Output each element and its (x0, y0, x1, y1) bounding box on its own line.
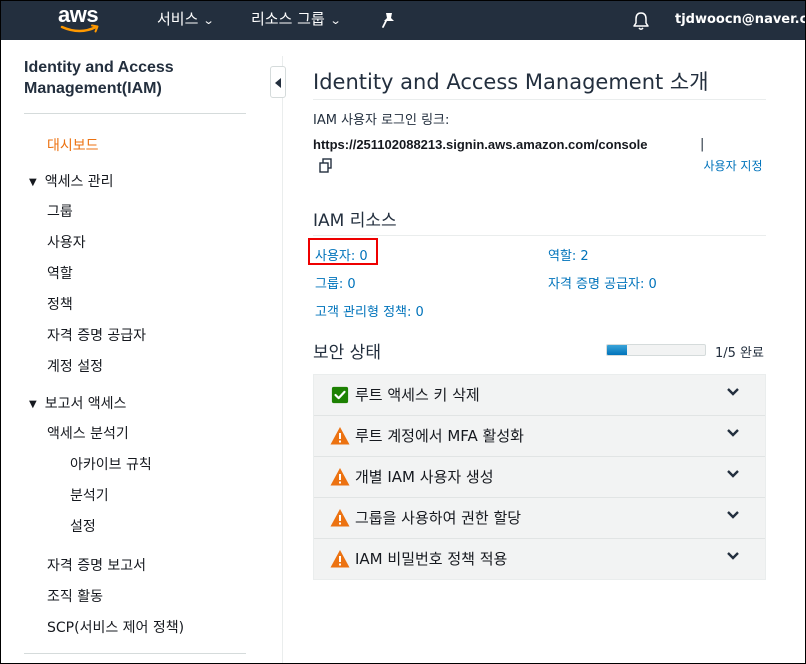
sidebar-item-account-settings[interactable]: 계정 설정 (47, 356, 103, 376)
sidebar-item-dashboard[interactable]: 대시보드 (47, 135, 99, 155)
sidebar-item-analyzers[interactable]: 분석기 (70, 485, 109, 505)
signin-link-label: IAM 사용자 로그인 링크: (313, 113, 450, 128)
warning-icon (330, 509, 350, 527)
security-item-label: IAM 비밀번호 정책 적용 (355, 550, 508, 568)
aws-smile-icon (60, 24, 99, 33)
pushpin-icon[interactable] (382, 12, 396, 28)
sidebar-item-scp[interactable]: SCP(서비스 제어 정책) (47, 617, 184, 637)
resources-divider (313, 235, 766, 236)
separator: | (700, 137, 705, 152)
warning-icon (330, 468, 350, 486)
chevron-down-icon[interactable] (726, 467, 740, 481)
resource-groups-menu[interactable]: 리소스 그룹 ⌄ (251, 0, 342, 40)
sidebar-item-users[interactable]: 사용자 (47, 232, 86, 252)
sidebar-item-roles[interactable]: 역할 (47, 263, 73, 283)
sidebar-item-settings[interactable]: 설정 (70, 516, 96, 536)
progress-text: 1/5 완료 (715, 346, 764, 361)
security-item-label: 그룹을 사용하여 권한 할당 (355, 509, 522, 527)
sidebar-title[interactable]: Identity and Access Management(IAM) (24, 57, 244, 99)
sidebar-divider (24, 653, 246, 654)
account-menu[interactable]: tjdwoocn@naver.com (675, 0, 806, 40)
resource-groups-label: 리소스 그룹 (251, 10, 325, 28)
services-label: 서비스 (157, 10, 199, 28)
copy-icon[interactable] (318, 158, 334, 174)
security-item-label: 루트 액세스 키 삭제 (355, 386, 480, 404)
security-checklist: 루트 액세스 키 삭제 루트 계정에서 MFA 활성화 개별 IAM 사용자 생… (313, 374, 766, 580)
check-icon (331, 386, 349, 404)
chevron-down-icon: ⌄ (203, 14, 216, 27)
sidebar-item-identity-providers[interactable]: 자격 증명 공급자 (47, 325, 146, 345)
sidebar-item-credential-report[interactable]: 자격 증명 보고서 (47, 555, 146, 575)
groups-count-link[interactable]: 그룹: 0 (315, 273, 356, 292)
page-title: Identity and Access Management 소개 (313, 70, 709, 94)
section-label: 보고서 액세스 (44, 396, 127, 412)
chevron-down-icon[interactable] (726, 385, 740, 399)
identity-providers-count-link[interactable]: 자격 증명 공급자: 0 (548, 273, 657, 292)
customer-policies-count-link[interactable]: 고객 관리형 정책: 0 (315, 301, 424, 320)
iam-resources-heading: IAM 리소스 (313, 211, 397, 231)
security-item-label: 루트 계정에서 MFA 활성화 (355, 427, 524, 445)
chevron-down-icon[interactable] (726, 426, 740, 440)
roles-count-link[interactable]: 역할: 2 (548, 245, 589, 264)
security-item-label: 개별 IAM 사용자 생성 (355, 468, 494, 486)
caret-left-icon (275, 78, 281, 88)
security-progress-bar (606, 344, 706, 356)
signin-url[interactable]: https://251102088213.signin.aws.amazon.c… (313, 137, 648, 152)
sidebar-item-access-analyzer[interactable]: 액세스 분석기 (47, 423, 129, 443)
sidebar-item-org-activity[interactable]: 조직 활동 (47, 586, 103, 606)
chevron-down-icon[interactable] (726, 508, 740, 522)
collapse-sidebar-button[interactable] (270, 66, 286, 98)
sidebar-item-policies[interactable]: 정책 (47, 294, 73, 314)
aws-logo[interactable]: aws (58, 4, 104, 36)
security-item[interactable]: 그룹을 사용하여 권한 할당 (314, 498, 765, 539)
sidebar-divider (24, 113, 246, 114)
warning-icon (330, 550, 350, 568)
progress-fill (607, 345, 627, 355)
chevron-down-icon: ⌄ (329, 14, 342, 27)
sidebar-item-groups[interactable]: 그룹 (47, 201, 73, 221)
security-item[interactable]: 개별 IAM 사용자 생성 (314, 457, 765, 498)
customize-link[interactable]: 사용자 지정 (701, 158, 765, 175)
security-item[interactable]: IAM 비밀번호 정책 적용 (314, 539, 765, 580)
chevron-down-icon[interactable] (726, 549, 740, 563)
security-item[interactable]: 루트 계정에서 MFA 활성화 (314, 416, 765, 457)
security-item[interactable]: 루트 액세스 키 삭제 (314, 375, 765, 416)
sidebar-section-access-reports[interactable]: ▼ 보고서 액세스 (29, 393, 126, 413)
services-menu[interactable]: 서비스 ⌄ (157, 0, 216, 40)
bell-icon[interactable] (632, 11, 650, 31)
caret-down-icon: ▼ (29, 177, 37, 188)
caret-down-icon: ▼ (29, 399, 37, 410)
sidebar-item-archive-rules[interactable]: 아카이브 규칙 (70, 454, 152, 474)
warning-icon (330, 427, 350, 445)
top-navigation-bar: aws 서비스 ⌄ 리소스 그룹 ⌄ tjdwoocn@naver.com (0, 0, 806, 40)
title-divider (313, 99, 766, 100)
section-label: 액세스 관리 (44, 174, 114, 190)
highlight-box (308, 238, 378, 265)
sidebar: Identity and Access Management(IAM) 대시보드… (0, 40, 270, 664)
security-status-heading: 보안 상태 (313, 343, 381, 363)
aws-logo-text: aws (58, 2, 99, 27)
sidebar-border (282, 56, 283, 664)
sidebar-section-access-management[interactable]: ▼ 액세스 관리 (29, 171, 114, 191)
